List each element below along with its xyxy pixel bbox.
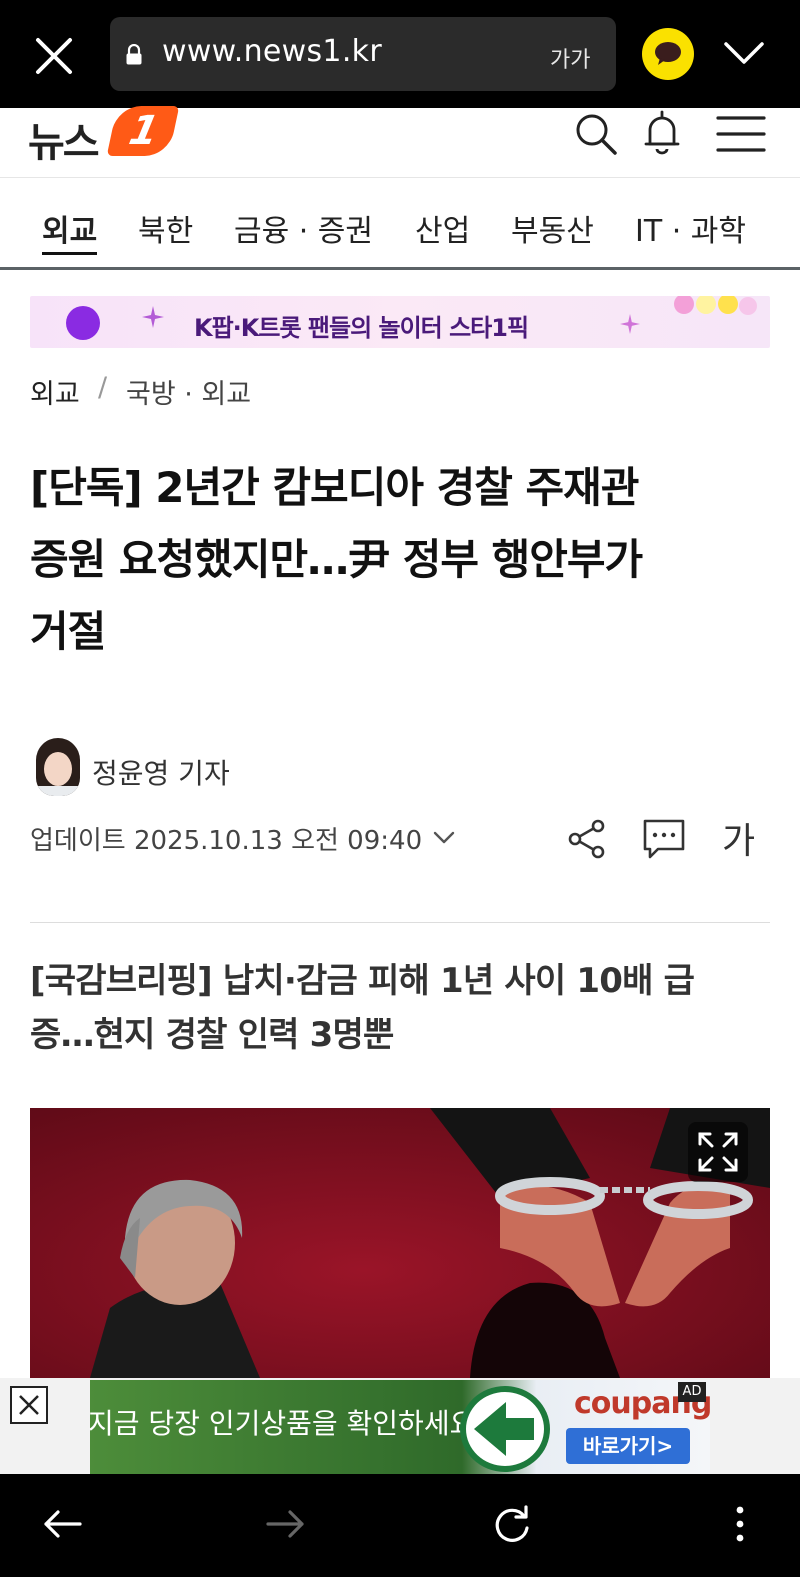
subheading-line: [국감브리핑] 납치·감금 피해 1년 사이 10배 급 <box>30 961 695 1001</box>
tab-real-estate[interactable]: 부동산 <box>511 206 594 250</box>
browser-bottom-bar <box>0 1474 800 1577</box>
search-icon[interactable] <box>574 112 618 156</box>
ad-arrow-button[interactable] <box>460 1386 550 1472</box>
arrow-left-icon <box>474 1402 534 1456</box>
breadcrumb-section[interactable]: 외교 <box>30 372 80 411</box>
subheading-line: 증…현지 경찰 인력 3명뿐 <box>30 1015 394 1055</box>
site-logo[interactable]: 뉴스 <box>28 110 100 168</box>
expand-image-button[interactable] <box>688 1122 748 1182</box>
ad-text[interactable]: 지금 당장 인기상품을 확인하세요! <box>88 1402 487 1442</box>
chevron-down-icon[interactable] <box>432 828 456 846</box>
illustration <box>30 1108 770 1378</box>
close-icon <box>19 1395 39 1415</box>
article-subheading: [국감브리핑] 납치·감금 피해 1년 사이 10배 급 증…현지 경찰 인력 … <box>30 954 770 1062</box>
comment-icon[interactable] <box>642 818 686 860</box>
share-icon[interactable] <box>566 818 608 860</box>
updated-timestamp[interactable]: 업데이트 2025.10.13 오전 09:40 <box>30 820 422 857</box>
url-text[interactable]: www.news1.kr <box>162 34 382 69</box>
chevron-down-icon[interactable] <box>722 36 766 72</box>
tab-industry[interactable]: 산업 <box>415 206 470 250</box>
bell-icon[interactable] <box>642 110 682 156</box>
breadcrumb-separator: / <box>98 372 108 403</box>
forward-icon[interactable] <box>264 1504 308 1544</box>
tab-diplomacy[interactable]: 외교 <box>42 206 98 255</box>
text-size-button[interactable]: 가가 <box>550 42 590 74</box>
tab-north-korea[interactable]: 북한 <box>138 206 193 250</box>
article-image <box>30 1108 770 1378</box>
kakao-button[interactable] <box>642 28 694 80</box>
banner-text: K팝·K트롯 팬들의 놀이터 스타1픽 <box>194 314 529 342</box>
ad-label: AD <box>678 1382 706 1402</box>
tab-finance[interactable]: 금융 · 증권 <box>234 206 373 250</box>
mascot-icon <box>66 306 100 340</box>
ad-close-button[interactable] <box>10 1386 48 1424</box>
chat-bubble-icon <box>655 42 681 65</box>
sparkle-icon <box>142 306 164 328</box>
ad-cta-button[interactable]: 바로가기> <box>566 1428 690 1464</box>
reload-icon[interactable] <box>490 1504 534 1544</box>
reporter-avatar[interactable] <box>36 738 80 796</box>
headline-line: 거절 <box>30 607 106 656</box>
lock-icon <box>126 44 142 65</box>
headline-line: 증원 요청했지만…尹 정부 행안부가 <box>30 535 643 584</box>
smiley-icon <box>674 296 757 315</box>
back-icon[interactable] <box>40 1504 84 1544</box>
divider <box>30 922 770 923</box>
tab-it-science[interactable]: IT · 과학 <box>635 206 746 250</box>
menu-icon[interactable] <box>716 114 766 154</box>
promo-banner[interactable]: K팝·K트롯 팬들의 놀이터 스타1픽 <box>30 296 770 348</box>
reporter-name[interactable]: 정윤영 기자 <box>92 752 230 792</box>
expand-icon <box>698 1132 738 1172</box>
headline-line: [단독] 2년간 캄보디아 경찰 주재관 <box>30 463 639 512</box>
article-headline: [단독] 2년간 캄보디아 경찰 주재관 증원 요청했지만…尹 정부 행안부가 … <box>30 452 770 668</box>
font-size-button[interactable]: 가 <box>722 812 755 864</box>
more-options-icon[interactable] <box>718 1504 762 1544</box>
breadcrumb-subsection[interactable]: 국방 · 외교 <box>126 372 251 411</box>
sparkle-icon <box>620 314 640 334</box>
close-tab-icon[interactable] <box>30 32 78 80</box>
